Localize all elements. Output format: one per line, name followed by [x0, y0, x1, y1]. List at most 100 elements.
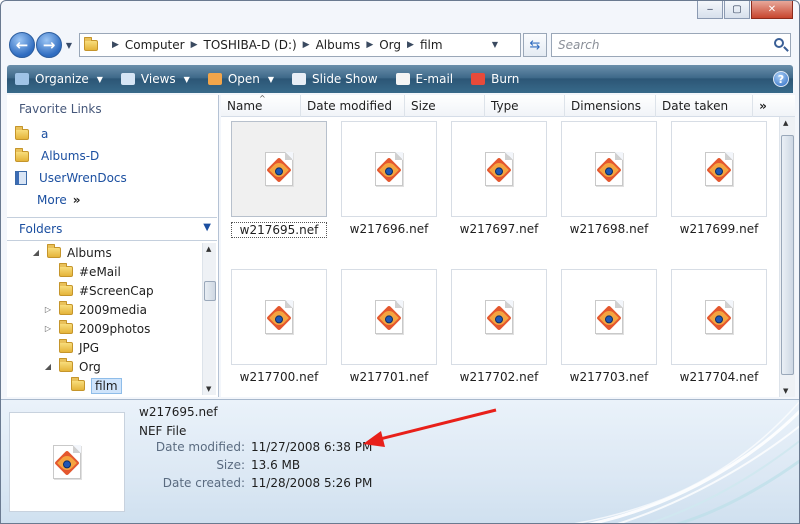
file-tile[interactable]: w217701.nef — [341, 269, 437, 389]
breadcrumb-separator-icon[interactable]: ▶ — [191, 40, 198, 50]
toolbar-slide-show-button[interactable]: Slide Show — [292, 72, 378, 86]
address-bar[interactable]: ▶ Computer ▶ TOSHIBA-D (D:) ▶ Albums ▶ Org ▶ fil… — [79, 33, 521, 57]
file-tile[interactable]: w217699.nef — [671, 121, 767, 241]
recent-pages-dropdown[interactable]: ▼ — [63, 41, 75, 50]
folder-icon — [59, 339, 73, 353]
refresh-button[interactable]: ⇆ — [523, 33, 547, 57]
details-pane: w217695.nef NEF File Date modified: 11/27… — [1, 399, 799, 523]
toolbar-e-mail-button[interactable]: E-mail — [395, 72, 453, 86]
details-field-value: 11/27/2008 6:38 PM — [251, 440, 373, 454]
minimize-button[interactable]: ‒ — [697, 1, 723, 19]
expand-toggle-icon[interactable]: ▷ — [43, 324, 53, 333]
favorite-links-list: a Albums-D UserWrenDocs — [7, 123, 218, 189]
file-name: w217702.nef — [459, 370, 539, 384]
nef-file-icon — [705, 300, 733, 334]
folder-tree-item[interactable]: ◢ Org — [7, 357, 203, 376]
details-file-name: w217695.nef — [139, 405, 218, 419]
file-name: w217698.nef — [569, 222, 649, 236]
file-tile[interactable]: w217702.nef — [451, 269, 547, 389]
file-name: w217704.nef — [679, 370, 759, 384]
file-tile[interactable]: w217704.nef — [671, 269, 767, 389]
help-button[interactable]: ? — [773, 71, 789, 87]
command-toolbar: Organize ▼ Views ▼ Open ▼ Slide Show E-mail Burn… — [7, 65, 793, 93]
search-icon[interactable] — [774, 38, 784, 48]
close-button[interactable]: ✕ — [751, 1, 793, 19]
file-thumbnail — [561, 269, 657, 365]
column-header-size[interactable]: Size — [405, 95, 485, 117]
folder-icon — [59, 301, 73, 315]
file-tile[interactable]: w217698.nef — [561, 121, 657, 241]
file-tile[interactable]: w217696.nef — [341, 121, 437, 241]
column-header-type[interactable]: Type — [485, 95, 565, 117]
folder-tree-item[interactable]: #eMail — [7, 262, 203, 281]
breadcrumb-item[interactable]: TOSHIBA-D (D:) — [204, 38, 297, 52]
folder-tree-label: JPG — [79, 340, 100, 355]
toolbar-organize-button[interactable]: Organize ▼ — [15, 72, 103, 86]
scroll-down-icon[interactable]: ▼ — [783, 387, 788, 395]
column-header-name[interactable]: Name ^ — [221, 94, 301, 117]
file-tile[interactable]: w217697.nef — [451, 121, 547, 241]
scroll-down-icon[interactable]: ▼ — [206, 385, 211, 393]
address-history-dropdown-icon[interactable]: ▼ — [492, 40, 498, 49]
breadcrumb-item[interactable]: Albums — [316, 38, 361, 52]
folders-header[interactable]: Folders ▼ — [7, 217, 217, 241]
file-tile[interactable]: w217695.nef — [231, 121, 327, 241]
favorite-link[interactable]: Albums-D — [7, 145, 218, 167]
organize-icon — [15, 73, 29, 85]
column-header-date-modified[interactable]: Date modified — [301, 95, 405, 117]
expand-toggle-icon[interactable]: ▷ — [43, 305, 53, 314]
breadcrumb-separator-icon[interactable]: ▶ — [366, 40, 373, 50]
folder-tree-item[interactable]: film — [7, 376, 203, 395]
toolbar-views-button[interactable]: Views ▼ — [120, 72, 190, 86]
favorite-link[interactable]: UserWrenDocs — [7, 167, 218, 189]
back-arrow-icon: ← — [15, 36, 29, 54]
toolbar-burn-button[interactable]: Burn — [471, 72, 519, 86]
back-button[interactable]: ← — [9, 32, 35, 58]
column-header-dimensions[interactable]: Dimensions — [565, 95, 656, 117]
nef-file-icon — [265, 300, 293, 334]
toolbar-item-label: Burn — [491, 72, 520, 86]
navigation-pane: Favorite Links a Albums-D UserWrenDocs Mor… — [7, 95, 219, 397]
document-icon — [15, 171, 27, 185]
scroll-thumb[interactable] — [204, 281, 216, 301]
folders-title: Folders — [19, 222, 63, 236]
folder-tree-item[interactable]: ▷ 2009media — [7, 300, 203, 319]
address-row: ← → ▼ ▶ Computer ▶ TOSHIBA-D (D:) ▶ Albums ▶ O… — [9, 29, 791, 61]
collapse-chevron-icon[interactable]: ▼ — [203, 222, 211, 233]
folder-tree-item[interactable]: JPG — [7, 338, 203, 357]
file-tile[interactable]: w217703.nef — [561, 269, 657, 389]
column-header-date-taken[interactable]: Date taken — [656, 95, 753, 117]
expand-toggle-icon[interactable]: ◢ — [43, 362, 53, 371]
column-header-label: Dimensions — [571, 99, 642, 113]
file-tile[interactable]: w217700.nef — [231, 269, 327, 389]
folder-icon — [15, 147, 29, 162]
dropdown-caret-icon: ▼ — [96, 74, 103, 84]
file-list-pane: Name ^ Date modified Size Type Dimensions Date… — [221, 94, 795, 397]
nef-file-icon — [595, 152, 623, 186]
maximize-button[interactable]: ▢ — [724, 1, 750, 19]
breadcrumb-separator-icon[interactable]: ▶ — [112, 40, 119, 50]
folder-tree-item[interactable]: #ScreenCap — [7, 281, 203, 300]
scroll-up-icon[interactable]: ▲ — [783, 119, 788, 127]
breadcrumb-item[interactable]: Org — [379, 38, 401, 52]
file-list-scrollbar[interactable]: ▲ ▼ — [779, 117, 795, 397]
toolbar-open-button[interactable]: Open ▼ — [207, 72, 275, 86]
folder-tree-item[interactable]: ◢ Albums — [7, 243, 203, 262]
scroll-thumb[interactable] — [781, 135, 794, 375]
file-name: w217699.nef — [679, 222, 759, 236]
favorite-link[interactable]: a — [7, 123, 218, 145]
expand-toggle-icon[interactable]: ◢ — [31, 248, 41, 257]
scroll-up-icon[interactable]: ▲ — [206, 245, 211, 253]
more-columns-button[interactable]: » — [753, 95, 773, 116]
search-input[interactable]: Search — [551, 33, 791, 57]
breadcrumb-separator-icon[interactable]: ▶ — [303, 40, 310, 50]
nef-file-icon — [485, 300, 513, 334]
dropdown-caret-icon: ▼ — [267, 74, 275, 84]
more-favorites-link[interactable]: More » — [7, 189, 218, 211]
breadcrumb-item[interactable]: film — [420, 38, 443, 52]
breadcrumb-item[interactable]: Computer — [125, 38, 185, 52]
folder-tree-item[interactable]: ▷ 2009photos — [7, 319, 203, 338]
breadcrumb-separator-icon[interactable]: ▶ — [407, 40, 414, 50]
folder-tree-scrollbar[interactable]: ▲ ▼ — [202, 243, 216, 395]
forward-button[interactable]: → — [36, 32, 62, 58]
